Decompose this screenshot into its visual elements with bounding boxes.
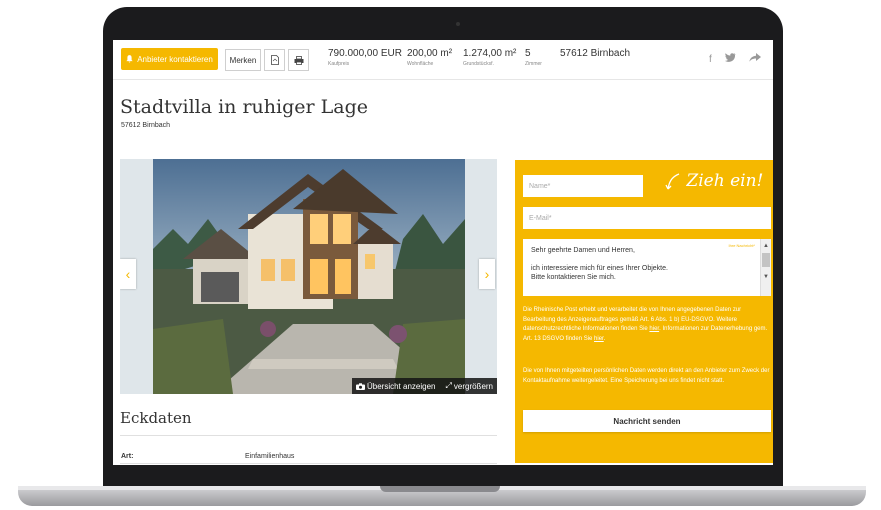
contact-provider-label: Anbieter kontaktieren — [137, 54, 213, 64]
browser-screen: Anbieter kontaktieren Merken 790.000,00 … — [113, 40, 773, 465]
bookmark-label: Merken — [229, 55, 257, 65]
key-data-label: Art: — [121, 453, 134, 460]
message-hint: Ihre Nachricht* — [728, 243, 755, 248]
divider — [120, 463, 497, 464]
scroll-thumb[interactable] — [762, 253, 770, 267]
expand-icon: ⤢ — [445, 381, 452, 390]
message-line-1: Sehr geehrte Damen und Herren, — [531, 247, 635, 254]
listing-header-bar: Anbieter kontaktieren Merken 790.000,00 … — [113, 40, 773, 80]
living-area-label: Wohnfläche — [407, 61, 434, 67]
privacy-notice: Die Rheinische Post erhebt und verarbeit… — [523, 306, 773, 344]
price-label: Kaufpreis — [328, 61, 350, 67]
key-data-heading: Eckdaten — [120, 409, 192, 427]
enlarge-button[interactable]: ⤢ vergrößern — [445, 381, 493, 391]
twitter-icon[interactable] — [724, 53, 736, 65]
bell-icon — [126, 55, 133, 63]
slogan-text: Zieh ein! — [686, 171, 764, 191]
scroll-up-icon[interactable]: ▲ — [763, 242, 769, 251]
living-area-value: 200,00 m² — [407, 48, 453, 59]
chevron-left-icon: ‹ — [125, 266, 131, 282]
slogan: Zieh ein! — [665, 171, 763, 191]
privacy-end: . — [603, 335, 606, 342]
image-gallery: ‹ › Übersicht anzeigen ⤢ vergrößern — [120, 159, 497, 394]
print-button[interactable] — [288, 49, 309, 71]
plot-area-label: Grundstücksf. — [463, 61, 494, 67]
laptop-notch — [380, 486, 500, 492]
enlarge-label: vergrößern — [453, 381, 493, 391]
fact-plot-area: 1.274,00 m² Grundstücksf. — [463, 48, 516, 67]
message-textarea[interactable]: Ihre Nachricht* Sehr geehrte Damen und H… — [523, 239, 771, 296]
arrow-curve-icon — [665, 172, 680, 189]
gallery-next-button[interactable]: › — [479, 259, 495, 289]
camera-icon — [355, 382, 365, 390]
pdf-button[interactable] — [264, 49, 285, 71]
forward-notice: Die von Ihnen mitgeteilten persönlichen … — [523, 368, 770, 384]
email-field[interactable]: E-Mail* — [523, 207, 771, 229]
overview-button[interactable]: Übersicht anzeigen — [355, 381, 436, 391]
divider — [120, 435, 497, 436]
listing-subtitle: 57612 Birnbach — [121, 122, 171, 129]
gallery-prev-button[interactable]: ‹ — [120, 259, 136, 289]
contact-form: Name* Zieh ein! E-Mail* Ihre Nachricht* … — [515, 160, 773, 463]
privacy-link-2[interactable]: hier — [594, 336, 604, 342]
name-placeholder: Name* — [529, 182, 551, 190]
header-location: 57612 Birnbach — [560, 48, 631, 59]
email-placeholder: E-Mail* — [529, 214, 552, 222]
message-line-2: ich interessiere mich für eines Ihrer Ob… — [531, 265, 668, 272]
fact-rooms: 5 Zimmer — [525, 48, 542, 67]
scroll-down-icon[interactable]: ▼ — [763, 273, 769, 282]
textarea-scrollbar[interactable]: ▲ ▼ — [760, 239, 771, 296]
plot-area-value: 1.274,00 m² — [463, 48, 517, 59]
name-field[interactable]: Name* — [523, 175, 643, 197]
price-value: 790.000,00 EUR — [328, 48, 402, 59]
privacy-link-1[interactable]: hier — [649, 326, 659, 332]
rooms-value: 5 — [525, 48, 531, 59]
share-icon[interactable] — [749, 53, 761, 65]
contact-provider-button[interactable]: Anbieter kontaktieren — [121, 48, 218, 70]
key-data-value: Einfamilienhaus — [245, 453, 295, 460]
overview-label: Übersicht anzeigen — [366, 381, 436, 391]
printer-icon — [294, 55, 303, 65]
webcam — [456, 22, 460, 26]
send-message-button[interactable]: Nachricht senden — [523, 410, 771, 432]
message-line-3: Bitte kontaktieren Sie mich. — [531, 274, 616, 281]
pdf-icon — [270, 55, 279, 65]
fact-living-area: 200,00 m² Wohnfläche — [407, 48, 452, 67]
bookmark-button[interactable]: Merken — [225, 49, 261, 71]
chevron-right-icon: › — [484, 266, 490, 282]
rooms-label: Zimmer — [525, 61, 542, 67]
fact-price: 790.000,00 EUR Kaufpreis — [328, 48, 402, 67]
listing-title: Stadtvilla in ruhiger Lage — [120, 96, 368, 118]
house-photo[interactable] — [153, 159, 465, 394]
facebook-icon[interactable]: f — [709, 54, 712, 65]
gallery-toolbar: Übersicht anzeigen ⤢ vergrößern — [351, 378, 497, 394]
